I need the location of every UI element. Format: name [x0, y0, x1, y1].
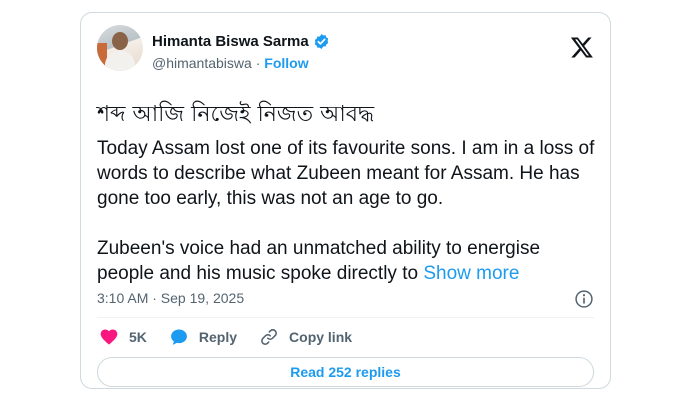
tweet-paragraph-1: Today Assam lost one of its favourite so…: [97, 138, 595, 209]
show-more-link[interactable]: Show more: [423, 263, 519, 284]
action-bar: 5K Reply Copy link: [99, 327, 374, 347]
info-icon[interactable]: [574, 289, 594, 309]
follow-button[interactable]: Follow: [264, 55, 308, 71]
read-replies-button[interactable]: Read 252 replies: [97, 357, 594, 387]
tweet-headline: শব্দ আজি নিজেই নিজত আবদ্ধ: [97, 102, 375, 127]
tweet-timestamp[interactable]: 3:10 AM · Sep 19, 2025: [97, 290, 244, 306]
heart-icon: [100, 329, 118, 345]
like-button[interactable]: 5K: [99, 327, 147, 347]
separator: ·: [251, 55, 265, 71]
page: Himanta Biswa Sarma @himantabiswa · Foll…: [0, 0, 700, 400]
reply-bubble-icon: [170, 329, 187, 345]
tweet-card: Himanta Biswa Sarma @himantabiswa · Foll…: [80, 12, 611, 389]
copy-link-label: Copy link: [289, 329, 353, 345]
copy-link-button[interactable]: Copy link: [259, 327, 352, 347]
author-handle[interactable]: @himantabiswa: [152, 55, 252, 71]
tweet-paragraph-2: Zubeen's voice had an unmatched ability …: [97, 236, 597, 286]
author-handle-row: @himantabiswa · Follow: [152, 55, 330, 71]
avatar[interactable]: [97, 25, 143, 71]
link-icon: [261, 329, 277, 345]
tweet-body: Today Assam lost one of its favourite so…: [97, 136, 597, 286]
divider: [97, 317, 594, 318]
author-name[interactable]: Himanta Biswa Sarma: [152, 33, 309, 50]
reply-button[interactable]: Reply: [169, 327, 237, 347]
reply-label: Reply: [198, 329, 238, 345]
verified-badge-icon: [314, 34, 328, 49]
x-logo-icon[interactable]: [570, 35, 594, 59]
like-count: 5K: [129, 329, 147, 345]
author-block: Himanta Biswa Sarma @himantabiswa · Foll…: [152, 33, 330, 71]
author-name-row[interactable]: Himanta Biswa Sarma: [152, 33, 330, 50]
